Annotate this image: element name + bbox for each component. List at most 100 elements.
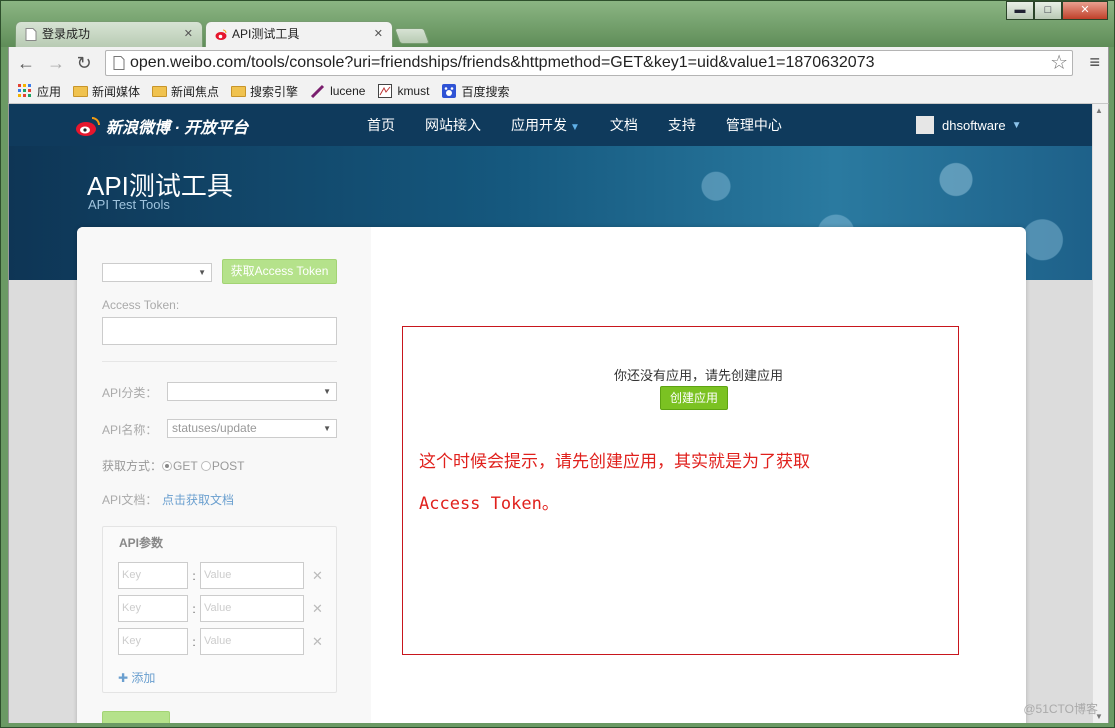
request-form: ▼ 获取Access Token Access Token: API分类： ▼ … [77, 227, 371, 723]
nav-admin-center[interactable]: 管理中心 [726, 115, 782, 135]
bookmark-label: 新闻媒体 [92, 84, 141, 99]
bookmark-baidu[interactable]: 百度搜索 [441, 83, 509, 100]
window-controls: ▬ □ ✕ [1006, 1, 1108, 20]
vertical-scrollbar[interactable]: ▲ ▼ [1092, 104, 1108, 723]
weibo-logo[interactable]: 新浪微博 · 开放平台 [75, 114, 248, 138]
remove-icon[interactable]: ✕ [312, 568, 323, 584]
page-subtitle: API Test Tools [88, 197, 170, 212]
maximize-button[interactable]: □ [1034, 1, 1062, 20]
caret-down-icon: ▼ [570, 122, 580, 133]
app-select[interactable]: ▼ [102, 263, 212, 282]
param-row: Key : Value ✕ [118, 595, 323, 622]
api-category-select[interactable]: ▼ [167, 382, 337, 401]
add-label: 添加 [131, 671, 156, 685]
page-icon [25, 28, 37, 41]
username: dhsoftware [942, 117, 1006, 133]
param-key-input[interactable]: Key [118, 562, 188, 589]
radio-post[interactable] [200, 461, 211, 471]
page-icon [113, 56, 125, 70]
avatar [916, 116, 934, 134]
colon: : [192, 568, 196, 583]
nav-home[interactable]: 首页 [367, 115, 395, 135]
param-key-input[interactable]: Key [118, 628, 188, 655]
bookmark-label: 搜索引擎 [250, 84, 299, 99]
caret-down-icon: ▼ [1011, 119, 1022, 131]
tab-login-success[interactable]: 登录成功 ✕ [15, 21, 203, 47]
method-label: 获取方式： [102, 459, 163, 473]
minimize-button[interactable]: ▬ [1006, 1, 1034, 20]
close-window-button[interactable]: ✕ [1062, 1, 1108, 20]
api-doc-link[interactable]: 点击获取文档 [162, 491, 234, 508]
tab-strip: 登录成功 ✕ API测试工具 ✕ [15, 19, 430, 47]
baidu-paw-icon [442, 84, 457, 98]
remove-icon[interactable]: ✕ [312, 634, 323, 650]
scroll-up-icon[interactable]: ▲ [1095, 106, 1103, 115]
bookmark-label: lucene [330, 84, 366, 98]
param-key-input[interactable]: Key [118, 595, 188, 622]
logo-text: 新浪微博 · 开放平台 [106, 120, 249, 137]
folder-icon [231, 85, 247, 97]
remove-icon[interactable]: ✕ [312, 601, 323, 617]
api-category-label: API分类： [102, 386, 158, 400]
bookmark-label: 新闻焦点 [171, 84, 220, 99]
bookmark-apps[interactable]: 应用 [17, 83, 61, 100]
back-button[interactable]: ← [15, 52, 37, 74]
close-icon[interactable]: ✕ [374, 22, 383, 47]
api-doc-label: API文档： [102, 493, 158, 507]
param-row: Key : Value ✕ [118, 562, 323, 589]
colon: : [192, 634, 196, 649]
submit-button[interactable] [102, 711, 170, 723]
access-token-input[interactable] [102, 317, 337, 345]
tab-title: 登录成功 [42, 27, 91, 41]
address-bar[interactable]: ☆ [105, 50, 1073, 76]
apps-grid-icon [18, 84, 31, 97]
kmust-icon [378, 84, 393, 98]
api-params-box: API参数 Key : Value ✕ Key : Value ✕ Key: … [102, 526, 337, 693]
forward-button[interactable]: → [45, 52, 67, 74]
annotation-line-1: 这个时候会提示，请先创建应用，其实就是为了获取 [419, 452, 810, 472]
plus-icon: ✚ [118, 671, 132, 685]
watermark: @51CTO博客 [1023, 702, 1098, 716]
nav-web-access[interactable]: 网站接入 [425, 115, 481, 135]
bookmark-label: 应用 [37, 84, 62, 99]
browser-toolbar: ← → ↻ ☆ ≡ [8, 47, 1109, 79]
param-value-input[interactable]: Value [200, 628, 304, 655]
folder-icon [73, 85, 89, 97]
bookmark-kmust[interactable]: kmust [377, 84, 429, 98]
nav-label: 应用开发 [511, 117, 567, 133]
add-param-button[interactable]: ✚ 添加 [118, 669, 155, 686]
param-value-input[interactable]: Value [200, 562, 304, 589]
dropdown-arrow-icon: ▼ [323, 387, 331, 396]
bookmark-folder-news-media[interactable]: 新闻媒体 [73, 83, 140, 100]
user-menu[interactable]: dhsoftware ▼ [916, 116, 1022, 134]
bookmark-lucene[interactable]: lucene [310, 84, 365, 98]
chrome-menu-icon[interactable]: ≡ [1089, 52, 1100, 72]
annotation-line-2: Access Token。 [419, 494, 559, 514]
radio-get-label: GET [173, 459, 198, 473]
bookmark-folder-search-engines[interactable]: 搜索引擎 [231, 83, 298, 100]
param-row: Key : Value ✕ [118, 628, 323, 655]
dropdown-arrow-icon: ▼ [198, 268, 206, 277]
nav-support[interactable]: 支持 [668, 115, 696, 135]
params-title: API参数 [119, 536, 164, 550]
bookmark-folder-news-focus[interactable]: 新闻焦点 [152, 83, 219, 100]
param-value-input[interactable]: Value [200, 595, 304, 622]
title-bar: ▬ □ ✕ 登录成功 ✕ API测试工具 ✕ [1, 1, 1114, 47]
nav-docs[interactable]: 文档 [610, 115, 638, 135]
api-name-select[interactable]: statuses/update ▼ [167, 419, 337, 438]
reload-button[interactable]: ↻ [73, 52, 95, 74]
bookmarks-bar: 应用 新闻媒体 新闻焦点 搜索引擎 lucene kmust 百度搜索 [8, 79, 1109, 104]
url-input[interactable] [130, 53, 1040, 73]
bookmark-star-icon[interactable]: ☆ [1050, 51, 1068, 75]
method-row: 获取方式： GET POST [102, 457, 244, 474]
nav-app-dev-menu[interactable]: 应用开发 ▼ [511, 115, 580, 135]
get-access-token-button[interactable]: 获取Access Token [222, 259, 337, 284]
close-icon[interactable]: ✕ [184, 22, 193, 47]
radio-post-label: POST [211, 459, 245, 473]
tab-title: API测试工具 [232, 27, 300, 41]
browser-window: ▬ □ ✕ 登录成功 ✕ API测试工具 ✕ ← → ↻ ☆ ≡ [0, 0, 1115, 728]
tab-api-test-tool[interactable]: API测试工具 ✕ [205, 21, 393, 47]
radio-get[interactable] [162, 461, 173, 471]
new-tab-button[interactable] [394, 28, 430, 44]
annotation-box: 这个时候会提示，请先创建应用，其实就是为了获取 Access Token。 [402, 326, 959, 655]
